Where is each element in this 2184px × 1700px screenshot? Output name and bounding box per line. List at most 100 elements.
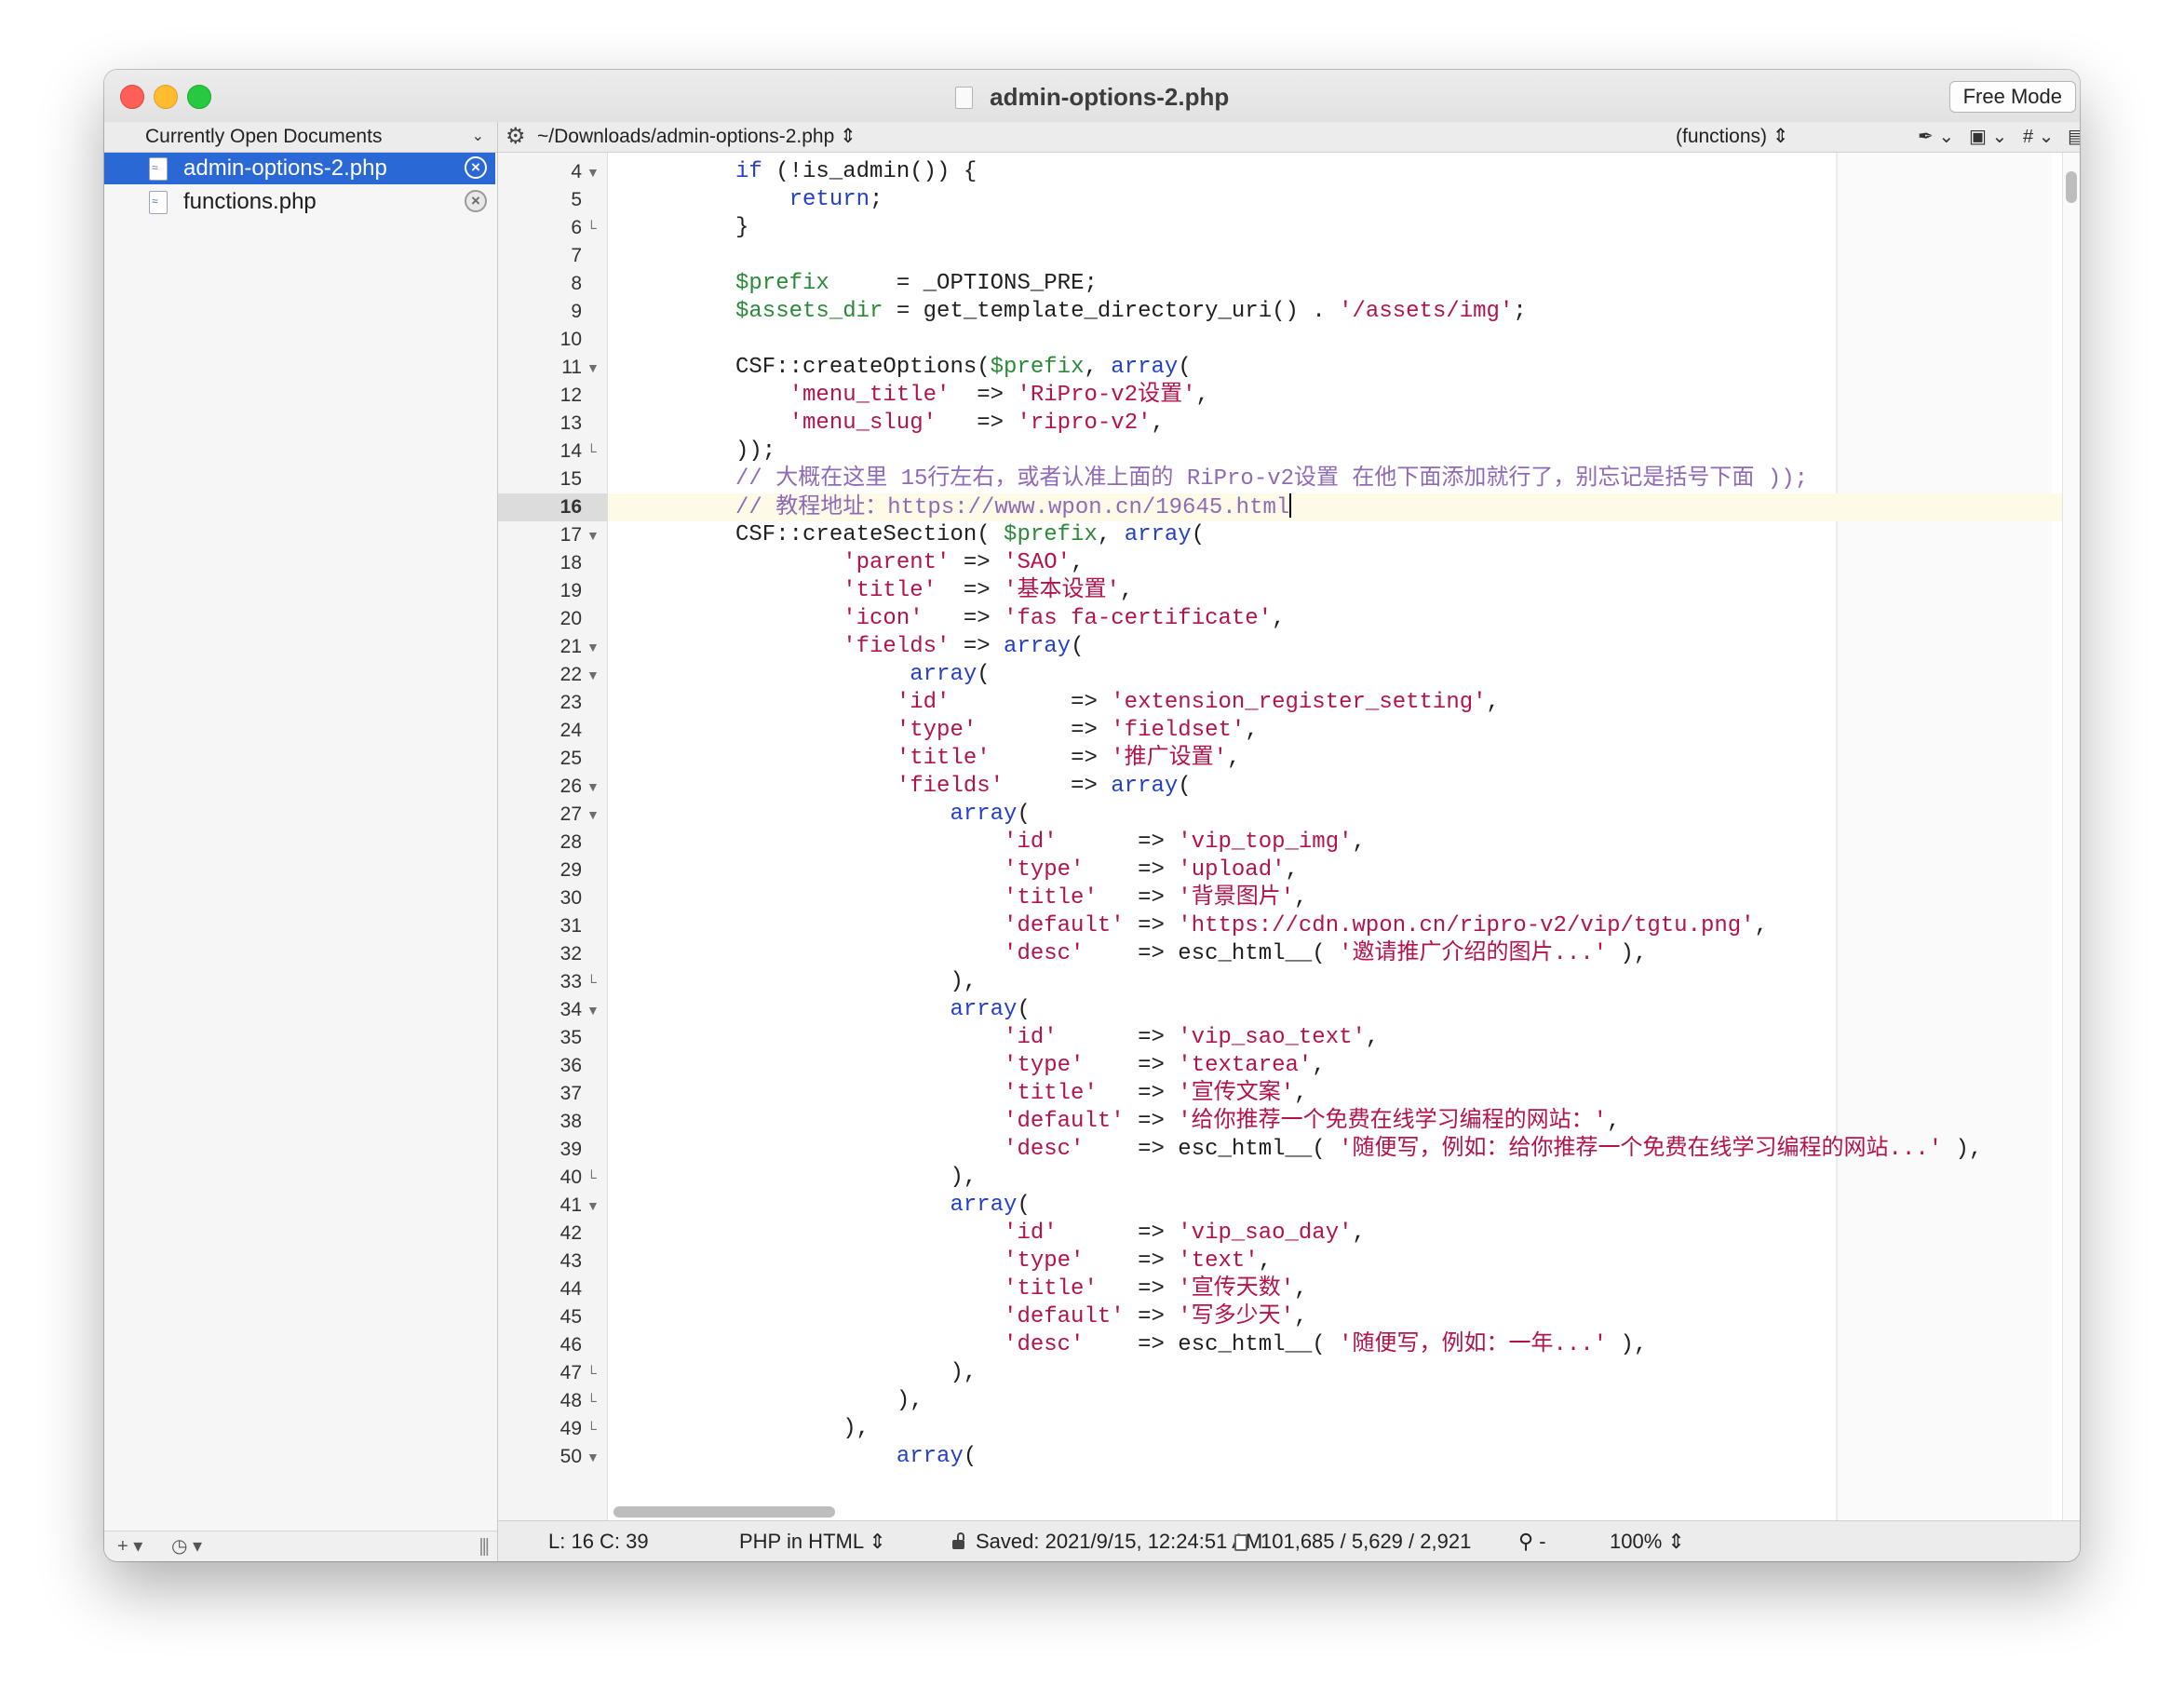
line-number[interactable]: 9 [498, 298, 582, 326]
line-number[interactable]: 38 [498, 1108, 582, 1136]
line-number[interactable]: 8 [498, 270, 582, 298]
code-line[interactable]: 'desc' => esc_html__( '随便写，例如：给你推荐一个免费在线… [608, 1136, 2063, 1164]
sidebar-header[interactable]: Currently Open Documents ⌄ [104, 122, 497, 153]
line-number[interactable]: 25 [498, 745, 582, 773]
fold-triangle-icon[interactable] [586, 1443, 600, 1471]
code-line[interactable]: 'menu_slug' => 'ripro-v2', [608, 410, 2063, 438]
code-line[interactable]: )); [608, 438, 2063, 465]
code-line[interactable] [608, 326, 2063, 354]
fold-triangle-icon[interactable] [586, 801, 600, 829]
fold-triangle-icon[interactable] [586, 521, 600, 549]
line-number[interactable]: 29 [498, 857, 582, 884]
close-document-icon[interactable]: × [465, 156, 487, 179]
code-line[interactable]: 'desc' => esc_html__( '邀请推广介绍的图片...' ), [608, 940, 2063, 968]
zoom-out-button[interactable]: - [1539, 1530, 1545, 1553]
pen-icon[interactable]: ✒ ⌄ [1918, 122, 1954, 152]
hash-icon[interactable]: # ⌄ [2023, 122, 2054, 152]
line-number[interactable]: 40 [498, 1164, 582, 1192]
line-number[interactable]: 35 [498, 1024, 582, 1052]
line-number[interactable]: 39 [498, 1136, 582, 1164]
line-number[interactable]: 46 [498, 1331, 582, 1359]
line-number[interactable]: 32 [498, 940, 582, 968]
code-line[interactable]: // 大概在这里 15行左右，或者认准上面的 RiPro-v2设置 在他下面添加… [608, 465, 2063, 493]
syntax-mode-popup[interactable]: PHP in HTML ⇕ [739, 1521, 886, 1561]
line-number[interactable]: 21 [498, 633, 582, 661]
code-line[interactable]: if (!is_admin()) { [608, 158, 2063, 186]
code-line[interactable]: array( [608, 996, 2063, 1024]
close-document-icon[interactable]: × [465, 190, 487, 212]
documents-icon[interactable]: ▣ ⌄ [1969, 122, 2007, 152]
line-number[interactable]: 13 [498, 410, 582, 438]
line-number[interactable]: 17 [498, 521, 582, 549]
fold-triangle-icon[interactable] [586, 354, 600, 382]
line-number[interactable]: 33 [498, 968, 582, 996]
code-line[interactable]: } [608, 214, 2063, 242]
code-line[interactable]: // 教程地址：https://www.wpon.cn/19645.html [608, 493, 2063, 521]
code-line[interactable]: 'title' => '宣传文案', [608, 1080, 2063, 1108]
code-line[interactable]: 'id' => 'vip_sao_text', [608, 1024, 2063, 1052]
line-number[interactable]: 24 [498, 717, 582, 745]
code-line[interactable]: $prefix = _OPTIONS_PRE; [608, 270, 2063, 298]
line-number-gutter[interactable]: 4567891011121314151617181920212223242526… [498, 153, 608, 1521]
code-line[interactable]: array( [608, 801, 2063, 829]
free-mode-button[interactable]: Free Mode [1948, 81, 2076, 113]
code-line[interactable]: ), [608, 1164, 2063, 1192]
gear-icon[interactable]: ⚙ [506, 122, 526, 152]
lock-icon[interactable] [952, 1532, 964, 1549]
code-line[interactable]: 'icon' => 'fas fa-certificate', [608, 605, 2063, 633]
line-number[interactable]: 42 [498, 1220, 582, 1248]
sidebar-document-item[interactable]: admin-options-2.php × [104, 153, 495, 184]
line-number[interactable]: 44 [498, 1275, 582, 1303]
line-number[interactable]: 41 [498, 1192, 582, 1220]
fold-triangle-icon[interactable] [586, 1192, 600, 1220]
code-line[interactable]: CSF::createSection( $prefix, array( [608, 521, 2063, 549]
sidebar-resize-grip-icon[interactable]: ||| [479, 1531, 490, 1561]
fold-triangle-icon[interactable] [586, 661, 600, 689]
code-line[interactable]: ), [608, 1415, 2063, 1443]
code-line[interactable]: 'default' => 'https://cdn.wpon.cn/ripro-… [608, 912, 2063, 940]
code-line[interactable]: 'id' => 'vip_sao_day', [608, 1220, 2063, 1248]
code-line[interactable]: 'fields' => array( [608, 633, 2063, 661]
line-number[interactable]: 5 [498, 186, 582, 214]
line-number[interactable]: 10 [498, 326, 582, 354]
line-number[interactable]: 47 [498, 1359, 582, 1387]
code-line[interactable]: ), [608, 1359, 2063, 1387]
code-line[interactable]: 'fields' => array( [608, 773, 2063, 801]
code-line[interactable]: $assets_dir = get_template_directory_uri… [608, 298, 2063, 326]
line-number[interactable]: 22 [498, 661, 582, 689]
sidebar-document-item[interactable]: functions.php × [104, 186, 495, 218]
code-line[interactable]: array( [608, 1192, 2063, 1220]
line-number[interactable]: 34 [498, 996, 582, 1024]
document-proxy-icon[interactable] [954, 86, 973, 109]
line-number[interactable]: 30 [498, 884, 582, 912]
code-line[interactable]: 'title' => '推广设置', [608, 745, 2063, 773]
code-line[interactable]: 'parent' => 'SAO', [608, 549, 2063, 577]
line-number[interactable]: 43 [498, 1248, 582, 1275]
code-line[interactable]: 'title' => '基本设置', [608, 577, 2063, 605]
fold-triangle-icon[interactable] [586, 996, 600, 1024]
line-number[interactable]: 49 [498, 1415, 582, 1443]
code-line[interactable] [608, 242, 2063, 270]
line-number[interactable]: 18 [498, 549, 582, 577]
code-line[interactable]: 'title' => '背景图片', [608, 884, 2063, 912]
line-number[interactable]: 14 [498, 438, 582, 465]
line-number[interactable]: 50 [498, 1443, 582, 1471]
code-line[interactable]: 'default' => '给你推荐一个免费在线学习编程的网站：', [608, 1108, 2063, 1136]
line-number[interactable]: 26 [498, 773, 582, 801]
page-icon[interactable]: ▤ [2068, 122, 2080, 152]
line-number[interactable]: 19 [498, 577, 582, 605]
line-number[interactable]: 27 [498, 801, 582, 829]
line-number[interactable]: 31 [498, 912, 582, 940]
line-number[interactable]: 48 [498, 1387, 582, 1415]
zoom-control[interactable]: ⚲ - [1518, 1521, 1546, 1561]
line-number[interactable]: 23 [498, 689, 582, 717]
zoom-level-popup[interactable]: 100% ⇕ [1610, 1521, 1685, 1561]
file-path-popup[interactable]: ~/Downloads/admin-options-2.php ⇕ [537, 122, 856, 152]
code-line[interactable]: array( [608, 1443, 2063, 1471]
function-popup[interactable]: (functions) ⇕ [1676, 122, 1788, 152]
chevron-down-icon[interactable]: ⌄ [472, 122, 484, 152]
vertical-scrollbar[interactable] [2062, 153, 2080, 1521]
code-line[interactable]: CSF::createOptions($prefix, array( [608, 354, 2063, 382]
code-line[interactable]: ), [608, 1387, 2063, 1415]
fold-triangle-icon[interactable] [586, 773, 600, 801]
